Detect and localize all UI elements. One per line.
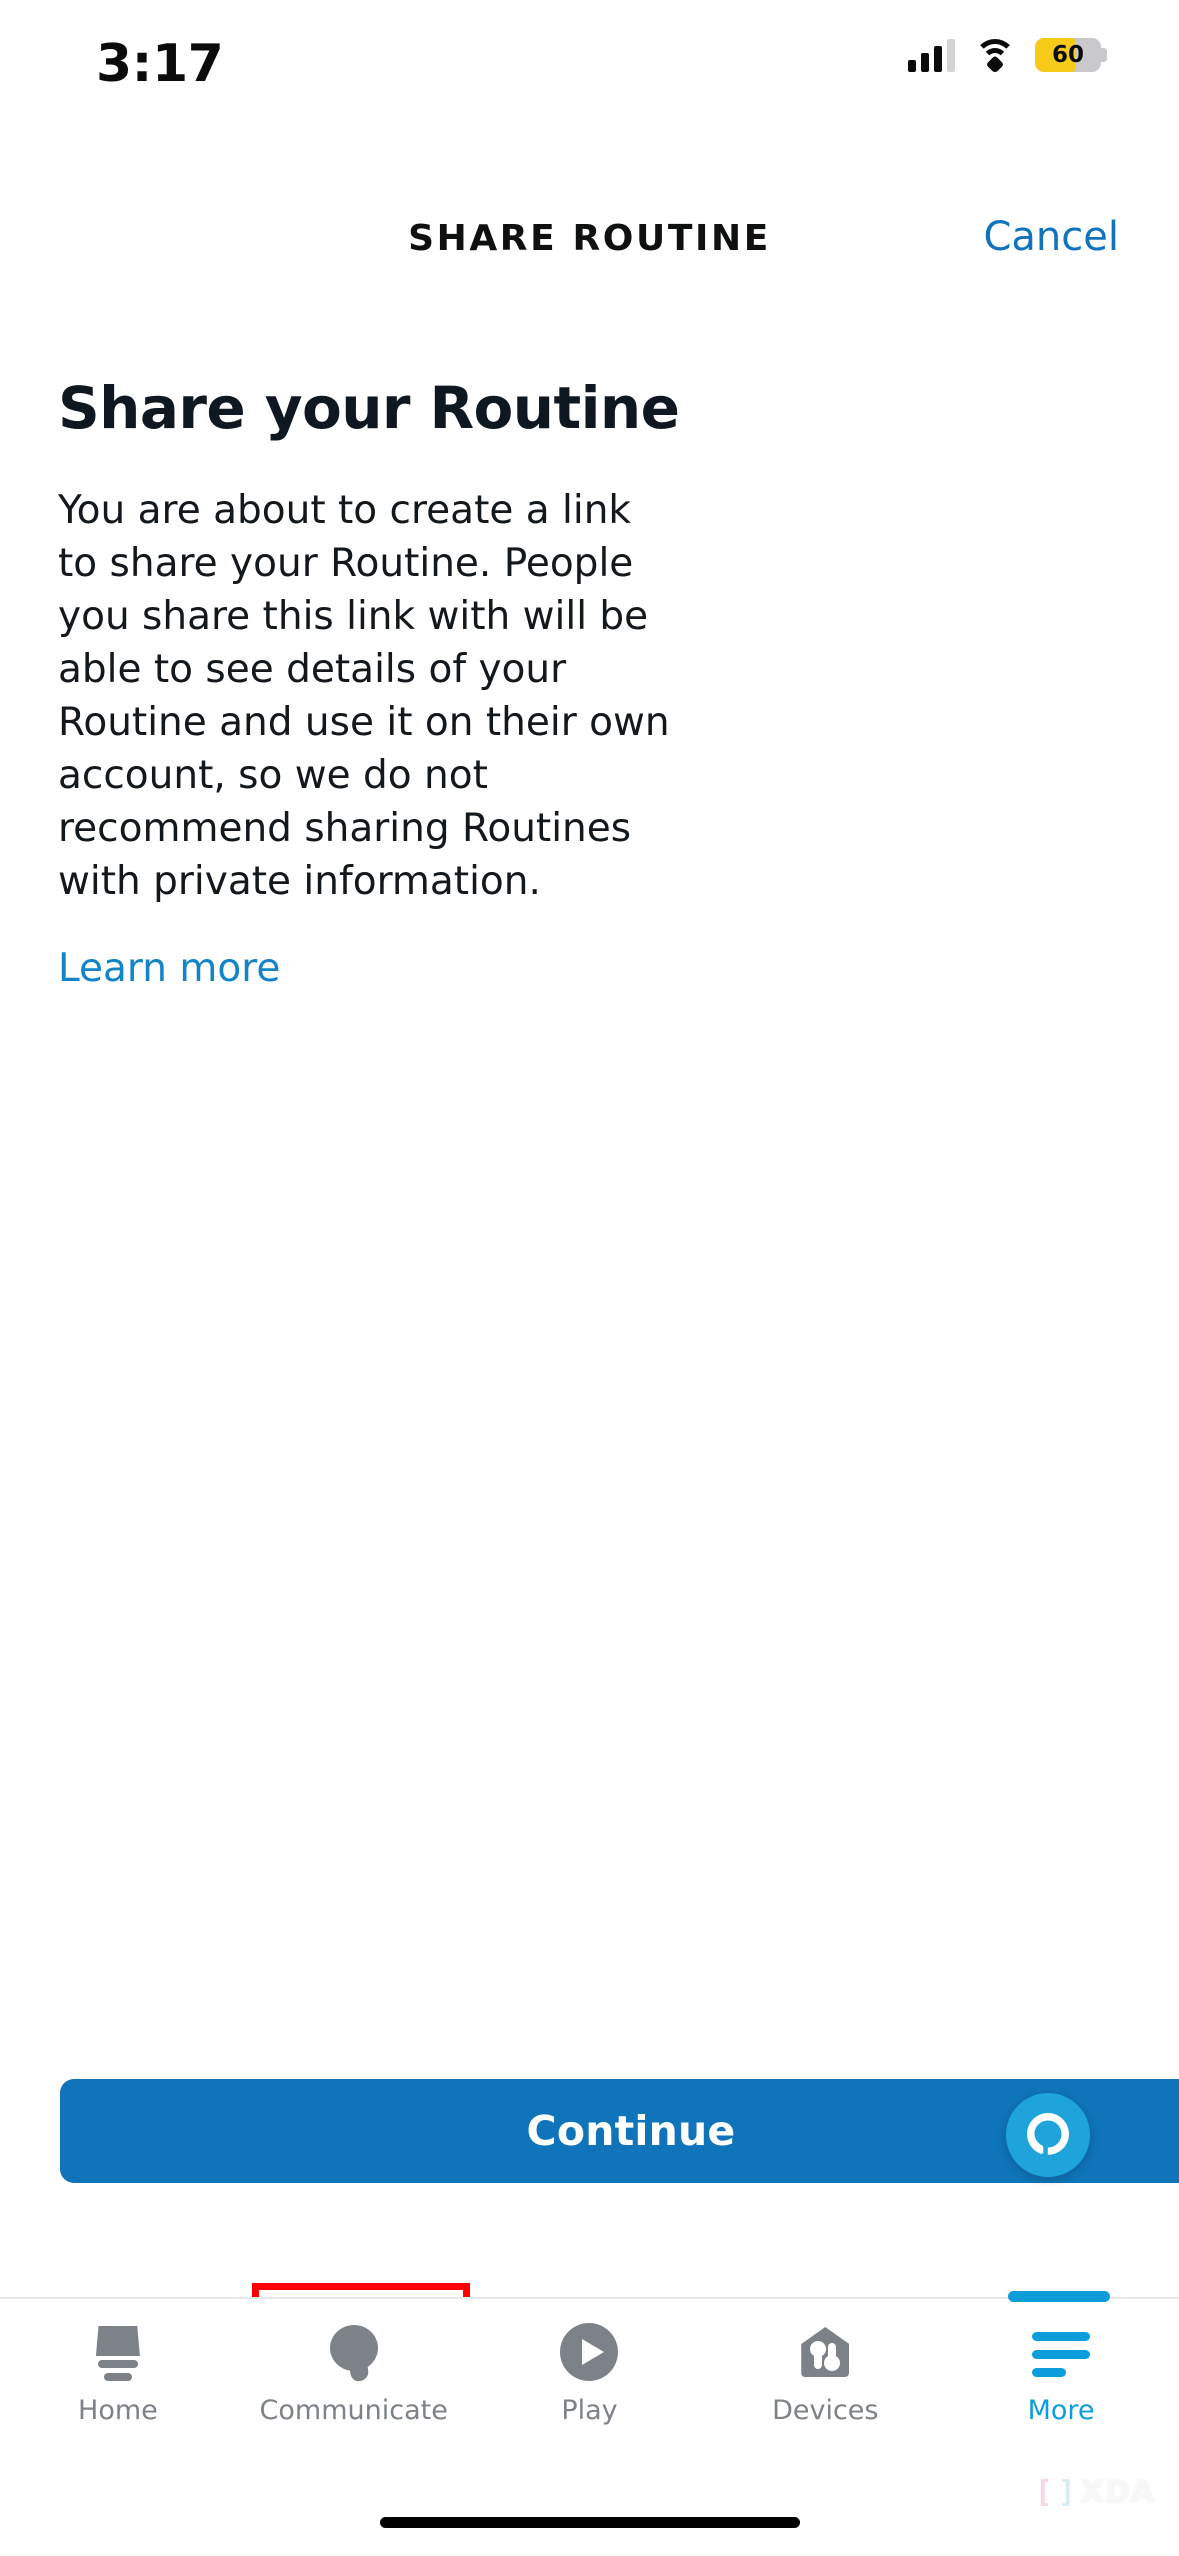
- watermark-text: XDA: [1080, 2475, 1155, 2510]
- status-time: 3:17: [96, 34, 224, 94]
- tab-more-label: More: [1027, 2395, 1095, 2426]
- watermark-bracket-left: [: [1034, 2475, 1053, 2510]
- tab-communicate[interactable]: Communicate: [236, 2299, 472, 2486]
- tab-home-label: Home: [78, 2395, 158, 2426]
- main-content: Share your Routine You are about to crea…: [58, 375, 1128, 991]
- battery-level-label: 60: [1051, 42, 1084, 68]
- page-description: You are about to create a link to share …: [58, 487, 670, 904]
- learn-more-link[interactable]: Learn more: [58, 946, 280, 991]
- wifi-icon: [974, 39, 1016, 74]
- play-circle-icon: [560, 2321, 619, 2383]
- alexa-logo-icon: [1027, 2113, 1069, 2155]
- status-bar: 3:17 60: [0, 0, 1179, 120]
- active-tab-indicator: [1008, 2291, 1110, 2302]
- tab-play-label: Play: [561, 2395, 618, 2426]
- tab-more[interactable]: More: [943, 2299, 1179, 2486]
- tab-home[interactable]: Home: [0, 2299, 236, 2486]
- status-indicators: 60: [908, 38, 1107, 74]
- alexa-button[interactable]: [1006, 2093, 1090, 2177]
- watermark-bracket-right: ]: [1057, 2475, 1076, 2510]
- cellular-signal-icon: [908, 38, 955, 72]
- cancel-button[interactable]: Cancel: [983, 214, 1119, 260]
- bottom-tab-bar: Home Communicate Play Devices More: [0, 2297, 1179, 2486]
- tab-devices-label: Devices: [772, 2395, 879, 2426]
- page-heading: Share your Routine: [58, 374, 680, 442]
- hamburger-menu-icon: [1030, 2321, 1092, 2383]
- xda-watermark: [ ] XDA: [1035, 2478, 1155, 2508]
- tab-devices[interactable]: Devices: [707, 2299, 943, 2486]
- continue-button-label: Continue: [526, 2107, 736, 2155]
- nav-bar: SHARE ROUTINE Cancel: [0, 200, 1179, 300]
- echo-speaker-icon: [89, 2321, 147, 2383]
- battery-icon: 60: [1035, 38, 1107, 72]
- home-devices-icon: [796, 2321, 854, 2383]
- home-indicator: [380, 2517, 800, 2528]
- tab-communicate-label: Communicate: [259, 2395, 448, 2426]
- app-screen: 3:17 60 SHARE ROUTINE Cancel Share your …: [0, 0, 1179, 2556]
- tab-play[interactable]: Play: [472, 2299, 708, 2486]
- speech-bubble-icon: [326, 2321, 382, 2383]
